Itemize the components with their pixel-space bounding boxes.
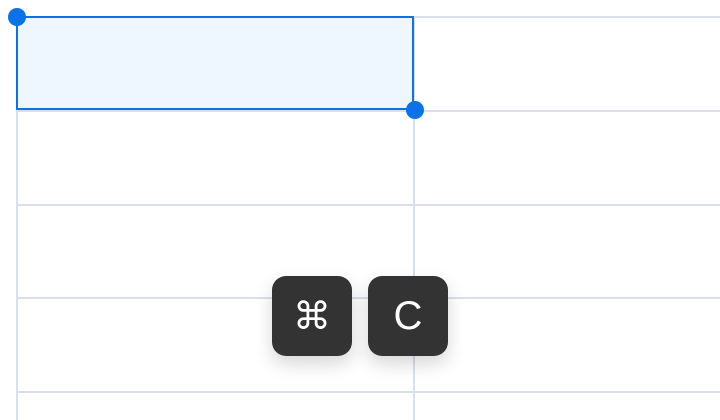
spreadsheet-canvas: ⌘ C (0, 0, 720, 420)
grid-row-line (16, 110, 720, 112)
c-key: C (368, 276, 448, 356)
command-key: ⌘ (272, 276, 352, 356)
selection-handle-top-left[interactable] (8, 8, 26, 26)
c-key-label: C (393, 294, 423, 338)
selection-handle-bottom-right[interactable] (406, 101, 424, 119)
selected-cell[interactable] (16, 16, 414, 110)
grid-row-line (16, 204, 720, 206)
grid-row-line (16, 391, 720, 393)
command-icon: ⌘ (293, 294, 331, 338)
